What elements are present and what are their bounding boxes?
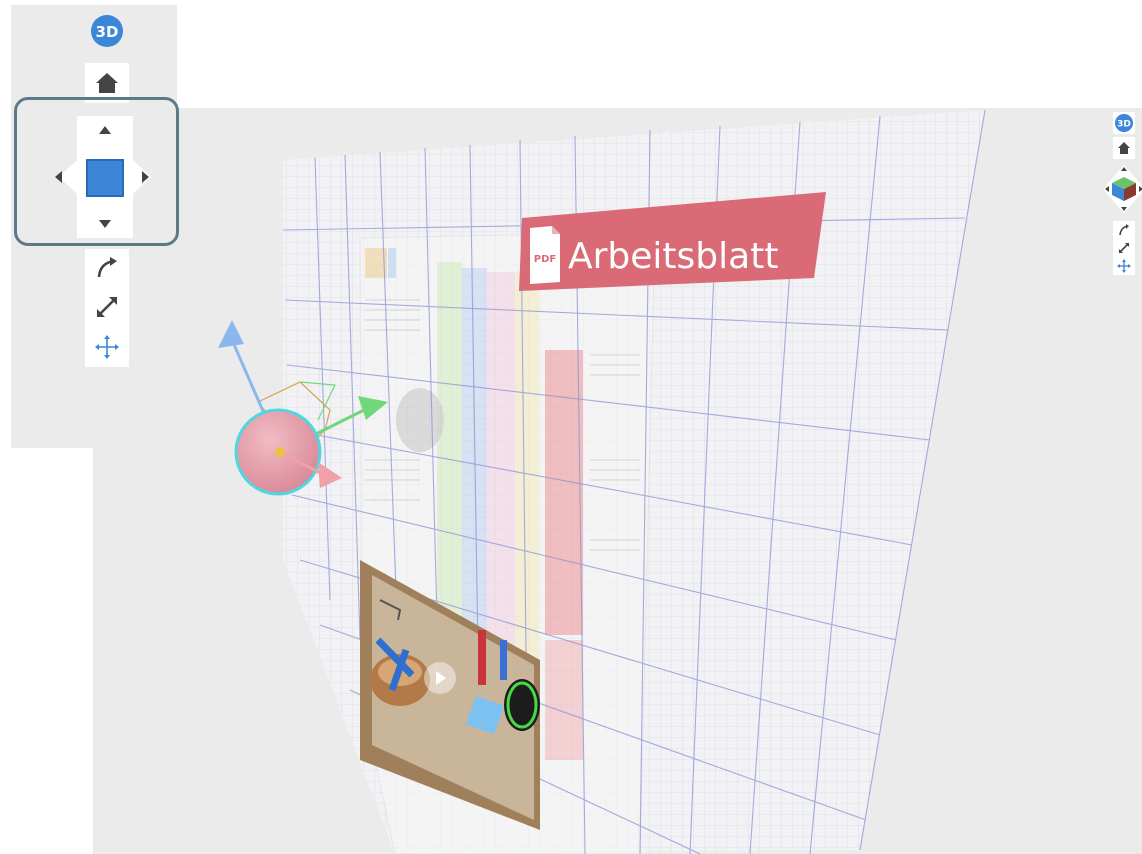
scale-tool-button[interactable]	[85, 287, 129, 327]
move-tool-button[interactable]	[1113, 257, 1135, 275]
home-button[interactable]	[1113, 137, 1135, 159]
svg-text:3D: 3D	[96, 23, 119, 41]
play-button[interactable]	[424, 662, 456, 694]
pdf-icon-text: PDF	[534, 254, 556, 265]
cube-icon	[1103, 165, 1142, 213]
viewer-toolbar: 3D	[1096, 110, 1142, 275]
home-icon	[1118, 142, 1130, 154]
3d-badge-icon: 3D	[91, 15, 123, 47]
svg-text:3D: 3D	[1117, 120, 1131, 130]
pdf-icon: PDF	[530, 226, 560, 284]
diagonal-arrow-icon	[97, 297, 117, 317]
diagonal-arrow-icon	[1119, 243, 1129, 253]
scale-tool-button[interactable]	[1113, 239, 1135, 257]
gizmo-y-arrow[interactable]	[218, 320, 244, 348]
home-icon	[96, 73, 118, 93]
rotate-tool-button[interactable]	[85, 249, 129, 287]
rotate-tool-button[interactable]	[1113, 221, 1135, 239]
3d-badge-icon: 3D	[1115, 114, 1133, 132]
3d-mode-button[interactable]: 3D	[1113, 112, 1135, 134]
3d-viewport[interactable]: PDF Arbeitsblatt 3D	[93, 108, 1142, 854]
nav-cube-highlight	[14, 97, 179, 246]
nav-cube[interactable]	[1099, 159, 1142, 219]
3d-scene[interactable]: PDF Arbeitsblatt	[93, 108, 1142, 854]
move-cross-icon	[1117, 259, 1131, 273]
rotate-arrow-icon	[1119, 224, 1129, 236]
pdf-label-title: Arbeitsblatt	[568, 236, 778, 277]
move-tool-button[interactable]	[85, 327, 129, 367]
move-cross-icon	[95, 335, 119, 359]
3d-mode-button[interactable]: 3D	[85, 5, 129, 53]
rotate-arrow-icon	[97, 257, 117, 278]
